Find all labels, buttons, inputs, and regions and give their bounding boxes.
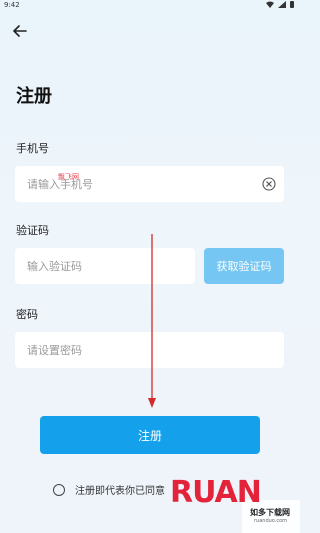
agreement-radio[interactable] [53,483,65,496]
password-label: 密码 [16,308,38,321]
code-field-container [15,248,195,284]
watermark-logo-text: RUAN [170,475,262,510]
get-code-button[interactable]: 获取验证码 [204,248,284,284]
password-field-container [15,332,284,368]
status-icons [266,1,294,8]
agreement-row: 注册即代表你已同意 [53,482,165,497]
arrow-left-icon [13,25,27,37]
status-time: 9:42 [4,1,20,9]
wifi-icon [266,1,274,8]
phone-field-container [15,166,284,202]
page-title: 注册 [16,86,52,107]
password-input[interactable] [25,342,284,358]
register-button[interactable]: 注册 [40,416,260,454]
clear-icon[interactable] [262,177,276,191]
back-button[interactable] [8,20,32,42]
watermark-logo-url: ruanduo.com [254,518,288,524]
agreement-text: 注册即代表你已同意 [75,486,165,497]
signal-icon [278,1,286,8]
code-input[interactable] [25,258,195,274]
watermark-small-text: 飘飞网 [58,173,79,181]
watermark-logo-subtitle: 如多下载网 [250,508,290,517]
code-label: 验证码 [16,224,49,237]
phone-label: 手机号 [16,142,49,155]
status-bar: 9:42 [0,0,300,12]
battery-icon [290,1,294,8]
